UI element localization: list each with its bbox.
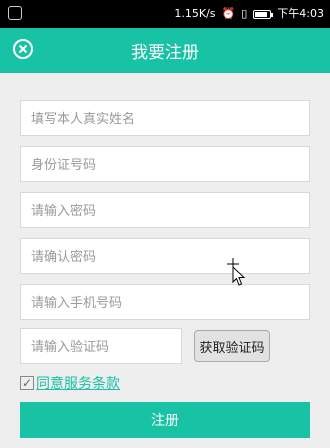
app-header: 我要注册 <box>0 28 330 73</box>
password-input[interactable] <box>20 192 310 228</box>
network-speed: 1.15K/s <box>174 7 216 20</box>
confirm-password-input[interactable] <box>20 238 310 274</box>
alarm-icon: ⏰ <box>221 7 236 20</box>
vibrate-icon: ▯ <box>241 7 248 20</box>
terms-link[interactable]: 同意服务条款 <box>36 373 120 393</box>
battery-icon <box>253 9 274 19</box>
clock: 下午4:03 <box>277 7 324 20</box>
agree-terms[interactable]: ✓ 同意服务条款 <box>20 374 120 392</box>
phone-input[interactable] <box>20 284 310 320</box>
get-code-button[interactable]: 获取验证码 <box>194 330 270 362</box>
verification-code-input[interactable] <box>20 328 182 364</box>
agree-checkbox[interactable]: ✓ <box>20 376 34 390</box>
id-number-input[interactable] <box>20 146 310 182</box>
register-button[interactable]: 注册 <box>20 402 310 438</box>
mouse-cursor-icon <box>225 258 247 286</box>
status-bar: 1.15K/s ⏰ ▯ 下午4:03 <box>0 0 330 28</box>
notification-icon <box>8 6 22 20</box>
page-title: 我要注册 <box>131 43 199 63</box>
name-input[interactable] <box>20 100 310 136</box>
